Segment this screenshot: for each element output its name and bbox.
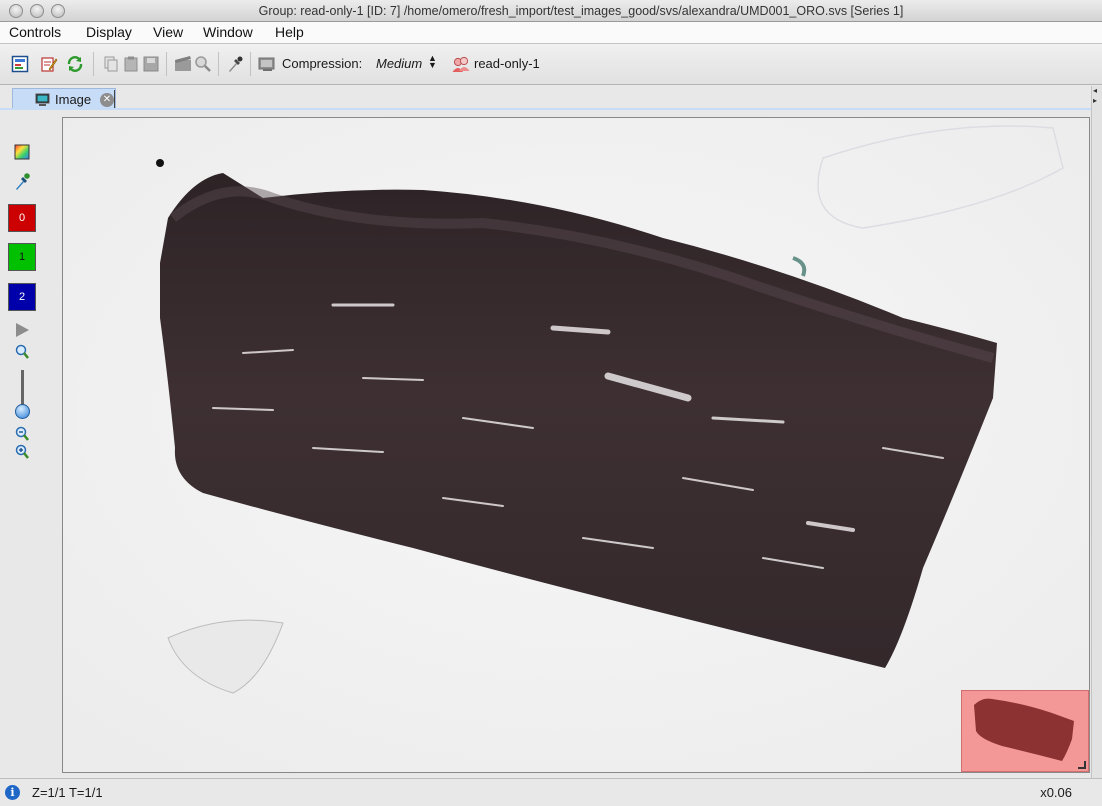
window-title: Group: read-only-1 [ID: 7] /home/omero/f… [258, 4, 904, 18]
menu-controls[interactable]: Controls [9, 24, 61, 40]
compression-select[interactable]: Medium [376, 56, 422, 71]
tab-image[interactable]: Image ✕ [12, 88, 116, 110]
status-bar: i Z=1/1 T=1/1 x0.06 [0, 778, 1102, 806]
group-users-icon[interactable] [452, 55, 470, 73]
close-tab-icon[interactable]: ✕ [100, 93, 114, 107]
edit-icon[interactable] [40, 55, 58, 73]
right-scroll-strip[interactable]: ◂ ▸ [1091, 86, 1102, 778]
color-picker-icon[interactable] [14, 144, 30, 160]
zoom-out-icon[interactable] [14, 426, 30, 442]
zoom-window-button[interactable] [51, 4, 65, 18]
scroll-left-arrow-icon[interactable]: ◂ [1093, 86, 1097, 95]
zoom-slider-thumb[interactable] [15, 404, 30, 419]
group-selector[interactable]: read-only-1 [474, 56, 540, 71]
refresh-icon[interactable] [66, 55, 84, 73]
toolbar: Compression: Medium ▲ ▼ read-only-1 [0, 44, 1102, 85]
birds-eye-thumbnail [974, 698, 1074, 761]
minimize-window-button[interactable] [30, 4, 44, 18]
select-arrows-icon[interactable]: ▲ ▼ [428, 54, 437, 70]
resize-grip-icon[interactable] [1078, 761, 1086, 769]
channel-button-0[interactable]: 0 [8, 204, 36, 232]
dimension-status: Z=1/1 T=1/1 [32, 785, 103, 800]
paste-icon[interactable] [122, 55, 140, 73]
menu-help[interactable]: Help [275, 24, 304, 40]
monitor-icon [35, 93, 50, 106]
tissue-image [63, 118, 1089, 772]
zoom-fit-icon[interactable] [14, 344, 30, 360]
tab-label: Image [55, 92, 92, 107]
magnifier-icon[interactable] [194, 55, 212, 73]
zoom-factor: x0.06 [1040, 785, 1072, 800]
close-window-button[interactable] [9, 4, 23, 18]
image-icon [258, 57, 275, 71]
menubar: Controls Display View Window Help [0, 22, 1102, 44]
menu-window[interactable]: Window [203, 24, 253, 40]
info-icon[interactable]: i [5, 785, 20, 800]
pipette-icon[interactable] [14, 172, 30, 190]
left-tool-strip: 0 1 2 [0, 110, 62, 778]
image-viewer-canvas[interactable] [62, 117, 1090, 773]
save-icon[interactable] [142, 55, 160, 73]
channel-button-1[interactable]: 1 [8, 243, 36, 271]
pipette-icon[interactable] [226, 55, 244, 73]
menu-view[interactable]: View [153, 24, 183, 40]
zoom-slider-track[interactable] [21, 370, 24, 408]
movie-icon[interactable] [174, 55, 192, 73]
window-titlebar: Group: read-only-1 [ID: 7] /home/omero/f… [0, 0, 1102, 22]
toolbar-separator [166, 52, 167, 76]
toolbar-separator [218, 52, 219, 76]
copy-icon[interactable] [102, 55, 120, 73]
tab-divider [114, 90, 115, 110]
tab-underline [0, 108, 1092, 110]
scroll-right-arrow-icon[interactable]: ▸ [1093, 96, 1097, 105]
toolbar-separator [250, 52, 251, 76]
play-icon[interactable] [14, 322, 30, 338]
birds-eye-view[interactable] [961, 690, 1089, 772]
compression-label: Compression: [282, 56, 363, 71]
toolbar-separator [93, 52, 94, 76]
channel-button-2[interactable]: 2 [8, 283, 36, 311]
tab-strip: Image ✕ [0, 86, 1102, 110]
zoom-in-icon[interactable] [14, 444, 30, 460]
menu-display[interactable]: Display [86, 24, 132, 40]
rendering-settings-icon[interactable] [11, 55, 29, 73]
